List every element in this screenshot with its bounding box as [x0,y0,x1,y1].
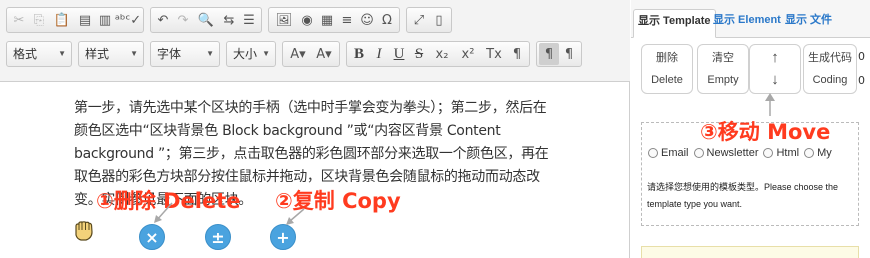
bg-color-icon[interactable]: A▾ [311,43,337,65]
dropdown-label: 大小 [233,47,258,61]
find-icon[interactable]: 🔍 [193,9,219,31]
strike-icon[interactable]: S [409,43,429,65]
undo-icon[interactable]: ↶ [153,9,173,31]
cut-icon[interactable]: ✂ [9,9,29,31]
horizontal-rule-icon[interactable]: ≡ [337,9,357,31]
radio-label: Newsletter [706,147,759,159]
bold-icon[interactable]: B [349,43,369,65]
radio-newsletter[interactable]: Newsletter [693,147,759,159]
image-icon[interactable]: 🖼 [271,9,297,31]
show-blocks-icon[interactable]: ▯ [429,9,449,31]
toolbar-group: ↶ ↷ 🔍 ⇆ ☰ [150,7,262,33]
clear-button[interactable]: 清空 Empty [697,44,749,94]
flash-icon[interactable]: ◉ [297,9,317,31]
chevron-down-icon: ▼ [58,49,66,58]
copy-block-icon[interactable]: ± [205,224,231,250]
underline-icon[interactable]: U [389,43,409,65]
move-annotation: ③移动 Move [700,120,831,144]
text-color-icon[interactable]: A▾ [285,43,311,65]
style-dropdown[interactable]: 样式 ▼ [78,41,144,67]
remove-format-icon[interactable]: Tx [481,43,507,65]
radio-dot[interactable] [693,148,704,158]
font-dropdown[interactable]: 字体 ▼ [150,41,220,67]
toolbar-group: ✂ ⎘ 📋 ▤ ▥ ᵃᵇᶜ✓ [6,7,144,33]
maximize-icon[interactable]: ⤢ [409,9,429,31]
radio-label: My [817,147,832,159]
move-up-icon: ↑ [771,49,779,66]
editor-toolbar: ✂ ⎘ 📋 ▤ ▥ ᵃᵇᶜ✓ ↶ ↷ 🔍 ⇆ ☰ 🖼 ◉ ▦ ≡ ☺ Ω ⤢ ▯ 格式 ▼ 样式 ▼ 字体 ▼ 大小 ▼ A▾ A▾ B… [0,0,630,82]
chevron-down-icon: ▼ [130,49,138,58]
special-char-icon[interactable]: Ω [377,9,397,31]
template-hint: 请选择您想使用的模板类型。Please choose the template … [647,182,839,209]
delete-button-label-en: Delete [651,74,683,86]
move-pointer-arrow [765,93,775,116]
generate-code-label-cn: 生成代码 [808,52,852,64]
replace-icon[interactable]: ⇆ [219,9,239,31]
radio-label: Html [776,147,800,159]
bidi-rtl-icon[interactable]: ¶ [559,43,579,65]
generate-code-button[interactable]: 生成代码 Coding [803,44,857,94]
paste-word-icon[interactable]: ▥ [95,9,115,31]
move-button[interactable]: ↑ ↓ [749,44,801,94]
clear-button-label-en: Empty [707,74,739,86]
clear-button-label-cn: 清空 [712,52,734,64]
table-icon[interactable]: ▦ [317,9,337,31]
copy-pointer-arrow [286,208,305,225]
format-dropdown[interactable]: 格式 ▼ [6,41,72,67]
delete-pointer-arrow [154,202,173,223]
delete-button-label-cn: 删除 [656,52,678,64]
chevron-down-icon: ▼ [262,49,270,58]
radio-html[interactable]: Html [763,147,799,159]
sample-block[interactable] [641,246,859,258]
paste-icon[interactable]: 📋 [49,9,75,31]
dropdown-label: 字体 [157,47,182,61]
bidi-ltr-icon[interactable]: ¶ [539,43,559,65]
radio-dot[interactable] [648,148,658,158]
tab-template[interactable]: 显示 Template [633,9,716,38]
toolbar-group: 🖼 ◉ ▦ ≡ ☺ Ω [268,7,400,33]
toolbar-row-1: ✂ ⎘ 📋 ▤ ▥ ᵃᵇᶜ✓ ↶ ↷ 🔍 ⇆ ☰ 🖼 ◉ ▦ ≡ ☺ Ω ⤢ ▯ [6,7,458,33]
editor-content-area[interactable]: 第一步，请先选中某个区块的手柄（选中时手掌会变为拳头）；第二步，然后在颜色区选中… [0,83,629,258]
dropdown-label: 样式 [85,47,110,61]
toolbar-row-2: 格式 ▼ 样式 ▼ 字体 ▼ 大小 ▼ A▾ A▾ B I U Sx₂ x² Tx ¶ ¶ ¶ [6,41,588,67]
smiley-icon[interactable]: ☺ [357,9,377,31]
counter-value: 0 [858,50,865,63]
toolbar-group: ¶ ¶ [536,41,582,67]
chevron-down-icon: ▼ [206,49,214,58]
radio-email[interactable]: Email [648,147,689,159]
block-handle-icon[interactable] [73,221,95,241]
redo-icon[interactable]: ↷ [173,9,193,31]
move-down-icon: ↓ [771,71,779,88]
toolbar-group: A▾ A▾ [282,41,340,67]
panel-tabs: 显示 Template 显示 Element 显示 文件 [631,0,870,38]
template-type-radios: Email Newsletter Html My [648,147,837,159]
rich-text-editor: ✂ ⎘ 📋 ▤ ▥ ᵃᵇᶜ✓ ↶ ↷ 🔍 ⇆ ☰ 🖼 ◉ ▦ ≡ ☺ Ω ⤢ ▯ 格式 ▼ 样式 ▼ 字体 ▼ 大小 ▼ A▾ A▾ B… [0,0,630,258]
radio-my[interactable]: My [804,147,832,159]
superscript-icon[interactable]: x² [455,43,481,65]
copy-icon[interactable]: ⎘ [29,9,49,31]
subscript-icon[interactable]: x₂ [429,43,455,65]
spellcheck-icon[interactable]: ᵃᵇᶜ✓ [115,9,141,31]
toolbar-group: B I U Sx₂ x² Tx ¶ [346,41,530,67]
dropdown-label: 格式 [13,47,38,61]
size-dropdown[interactable]: 大小 ▼ [226,41,276,67]
select-all-icon[interactable]: ☰ [239,9,259,31]
paste-text-icon[interactable]: ▤ [75,9,95,31]
tab-element[interactable]: 显示 Element [709,9,785,38]
radio-dot[interactable] [804,148,815,158]
counter-value: 0 [858,74,865,87]
toolbar-group: ⤢ ▯ [406,7,452,33]
tab-files[interactable]: 显示 文件 [781,9,836,38]
ltr-icon[interactable]: ¶ [507,43,527,65]
radio-label: Email [661,147,689,159]
delete-button[interactable]: 删除 Delete [641,44,693,94]
italic-icon[interactable]: I [369,43,389,65]
generate-code-label-en: Coding [812,74,848,86]
radio-dot[interactable] [763,148,774,158]
